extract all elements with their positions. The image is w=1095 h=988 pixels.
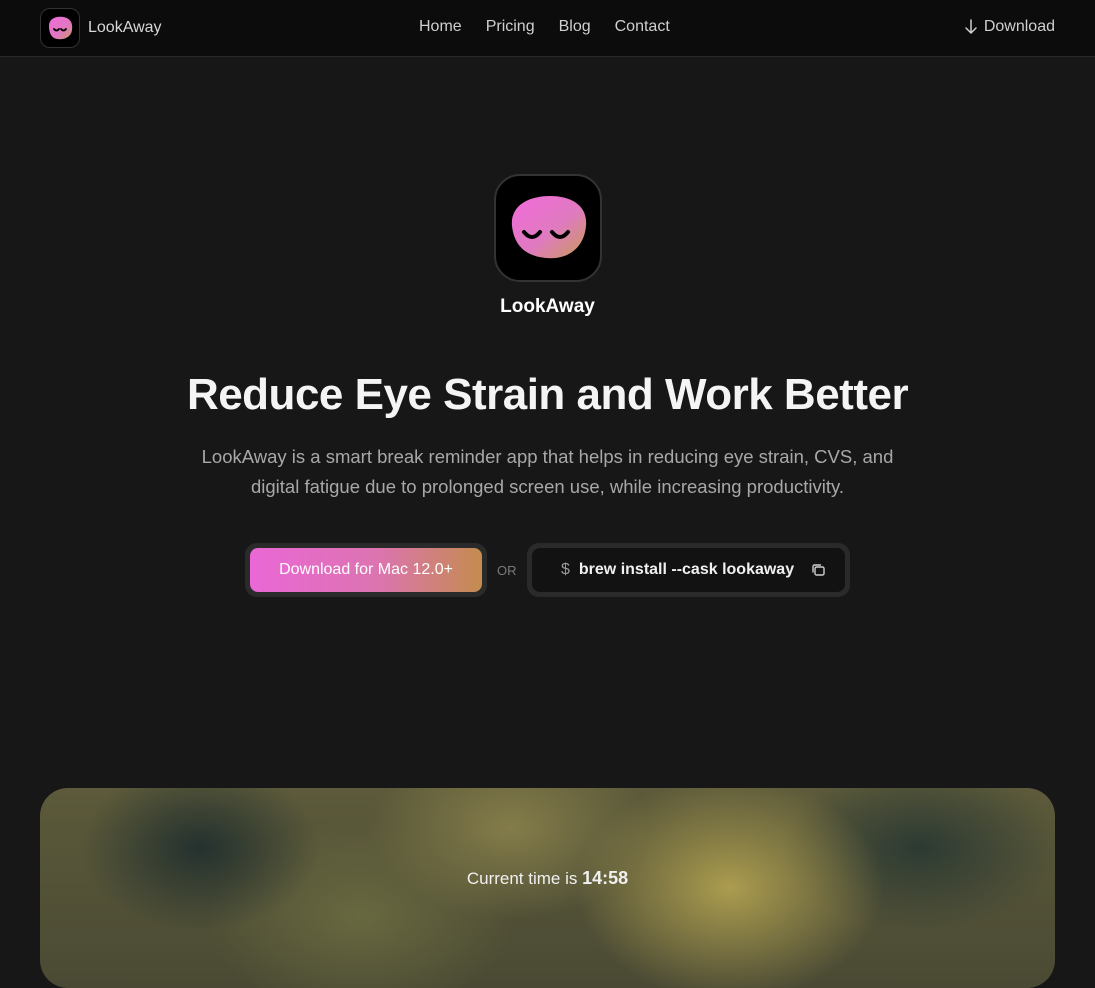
brew-command-text: brew install --cask lookaway bbox=[578, 561, 795, 578]
shell-prompt: $ bbox=[561, 561, 570, 578]
download-button-frame: Download for Mac 12.0+ bbox=[245, 543, 487, 597]
copy-icon[interactable] bbox=[810, 562, 826, 578]
app-logo-large bbox=[494, 174, 602, 282]
nav-link-blog[interactable]: Blog bbox=[559, 18, 591, 36]
nav-download-label: Download bbox=[983, 18, 1055, 35]
nav-links: Home Pricing Blog Contact bbox=[407, 18, 682, 36]
or-separator: OR bbox=[497, 563, 517, 578]
brand[interactable]: LookAway bbox=[40, 8, 162, 48]
current-time-label: Current time is bbox=[466, 869, 578, 888]
brew-command-frame: $ brew install --cask lookaway bbox=[527, 543, 850, 597]
app-preview-panel: Current time is 14:58 bbox=[40, 788, 1055, 988]
current-time-line: Current time is 14:58 bbox=[40, 868, 1055, 889]
nav-download-link[interactable]: Download bbox=[964, 18, 1055, 36]
nav-link-contact[interactable]: Contact bbox=[615, 18, 670, 36]
brand-name[interactable]: LookAway bbox=[88, 19, 162, 37]
brew-command-box[interactable]: $ brew install --cask lookaway bbox=[532, 548, 845, 592]
sleepy-face-logo-icon bbox=[49, 16, 73, 40]
app-name: LookAway bbox=[500, 296, 595, 317]
download-mac-button[interactable]: Download for Mac 12.0+ bbox=[250, 548, 482, 592]
nav-link-pricing[interactable]: Pricing bbox=[486, 18, 535, 36]
current-time-value: 14:58 bbox=[582, 868, 629, 888]
sleepy-face-logo-icon bbox=[511, 196, 587, 259]
nav-link-home[interactable]: Home bbox=[419, 18, 462, 36]
top-nav: LookAway Home Pricing Blog Contact Downl… bbox=[0, 0, 1095, 57]
app-logo-small bbox=[40, 8, 80, 48]
hero-description: LookAway is a smart break reminder app t… bbox=[201, 446, 894, 497]
arrow-down-icon bbox=[964, 19, 978, 35]
page-headline: Reduce Eye Strain and Work Better bbox=[186, 370, 909, 419]
